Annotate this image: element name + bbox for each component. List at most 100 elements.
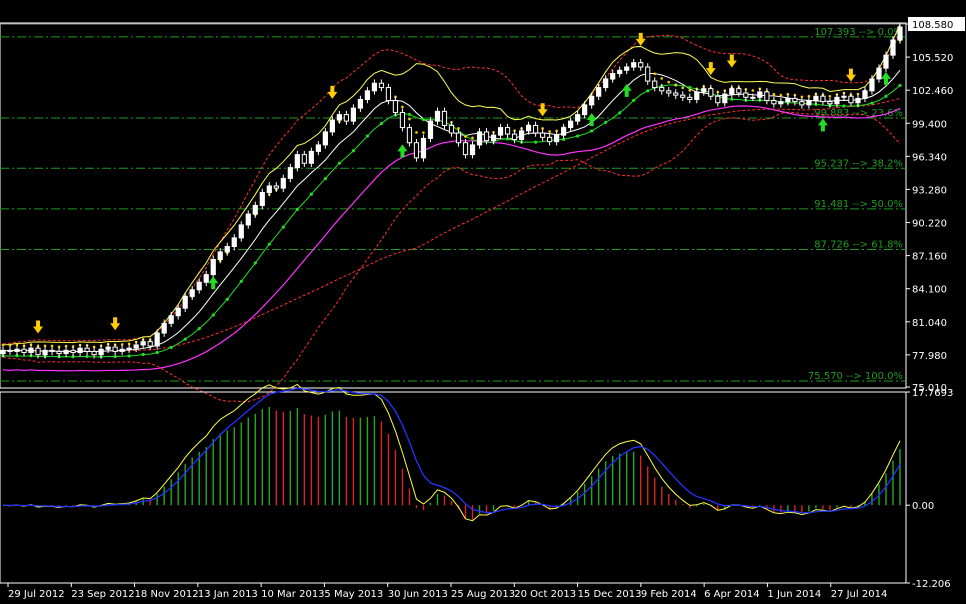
candle-body bbox=[210, 259, 216, 276]
fast-ma-dot bbox=[632, 98, 636, 102]
candle-body bbox=[42, 349, 48, 356]
candle-body bbox=[371, 82, 378, 92]
candle-body bbox=[77, 347, 83, 354]
x-tick-label: 6 Apr 2014 bbox=[704, 589, 759, 600]
candle-body bbox=[757, 91, 763, 98]
candle-body bbox=[603, 78, 609, 89]
price-chart: 108.580 105.520 102.460 99.400 96.340 93.280 9… bbox=[0, 17, 965, 600]
time-axis: 29 Jul 2012 23 Sep 2012 18 Nov 2012 13 Jan … bbox=[7, 583, 887, 600]
candle-body bbox=[687, 96, 693, 100]
candle-body bbox=[175, 307, 181, 317]
stop-dot bbox=[751, 89, 755, 92]
candle-body bbox=[7, 349, 13, 352]
candle-body bbox=[56, 350, 62, 355]
candle-body bbox=[217, 251, 223, 261]
fast-ma-dot bbox=[197, 327, 201, 331]
x-tick-label: 29 Jul 2012 bbox=[8, 589, 65, 600]
fast-ma-dot bbox=[688, 85, 692, 90]
candle-body bbox=[890, 39, 896, 56]
candle-body bbox=[133, 344, 139, 349]
fast-ma-dot bbox=[267, 242, 271, 246]
stop-dot bbox=[800, 95, 804, 99]
y-tick-label: 77.980 bbox=[912, 351, 947, 362]
x-tick-label: 18 Nov 2012 bbox=[135, 589, 199, 600]
candle-body bbox=[112, 346, 118, 352]
stop-dot bbox=[120, 343, 124, 346]
fast-ma-dot bbox=[253, 261, 257, 265]
sell-arrow bbox=[845, 68, 856, 82]
candle-body bbox=[49, 349, 55, 352]
fast-ma-dot bbox=[421, 117, 426, 122]
fast-ma-dot bbox=[295, 207, 299, 212]
fast-ma-dot bbox=[239, 279, 243, 283]
fast-ma-dot bbox=[379, 121, 384, 126]
x-tick-label: 10 Mar 2013 bbox=[261, 589, 324, 600]
candle-body bbox=[301, 154, 307, 164]
fib-level-label: 95.237 --> 38.2% bbox=[814, 158, 903, 169]
fast-ma-dot bbox=[309, 192, 313, 196]
candle-body bbox=[455, 132, 462, 144]
candle-body bbox=[0, 349, 6, 355]
stop-dot bbox=[548, 130, 551, 133]
stop-dot bbox=[681, 86, 685, 90]
x-tick-label: 25 Aug 2013 bbox=[451, 589, 515, 600]
candle-body bbox=[322, 131, 328, 146]
candle-body bbox=[561, 127, 567, 136]
main-frame bbox=[0, 22, 907, 389]
candle-body bbox=[792, 97, 798, 103]
candle-body bbox=[329, 119, 335, 133]
candle-body bbox=[722, 93, 728, 104]
fast-ma-dot bbox=[533, 140, 538, 144]
candle-body bbox=[385, 87, 392, 102]
candle-body bbox=[848, 95, 854, 104]
candle-body bbox=[638, 62, 644, 68]
candle-body bbox=[539, 132, 546, 138]
ind-y-tick-label: 17.7693 bbox=[912, 388, 953, 399]
stop-dot bbox=[1, 343, 5, 347]
y-tick-label: 99.400 bbox=[912, 119, 947, 130]
candle-body bbox=[666, 90, 672, 94]
candle-body bbox=[238, 224, 244, 239]
candle-body bbox=[35, 347, 41, 356]
y-tick-label: 87.160 bbox=[912, 252, 947, 263]
candle-body bbox=[308, 150, 314, 164]
ind-y-tick-label: -12.206 bbox=[912, 579, 951, 590]
candle-body bbox=[525, 124, 532, 132]
main-price-panel: 108.580 105.520 102.460 99.400 96.340 93.280 9… bbox=[0, 17, 965, 403]
x-tick-label: 9 Feb 2014 bbox=[641, 589, 697, 600]
slow-ma-line bbox=[2, 105, 901, 372]
y-tick-label: 81.040 bbox=[912, 318, 947, 329]
candle-body bbox=[28, 347, 34, 354]
candle-body bbox=[154, 332, 160, 347]
fast-ma-dot bbox=[646, 89, 650, 93]
candle-body bbox=[189, 289, 195, 297]
candle-body bbox=[610, 73, 616, 80]
fast-ma-dot bbox=[281, 225, 285, 229]
fast-ma-dot bbox=[85, 354, 89, 359]
fast-ma-dot bbox=[407, 112, 412, 117]
candle-body bbox=[406, 127, 413, 144]
candle-body bbox=[504, 127, 511, 135]
candle-body bbox=[701, 88, 707, 93]
candle-body bbox=[252, 204, 258, 215]
candle-body bbox=[231, 237, 237, 248]
candle-body bbox=[399, 111, 406, 129]
candle-body bbox=[483, 131, 490, 142]
buy-arrow bbox=[817, 118, 828, 132]
candle-body bbox=[532, 124, 539, 134]
fast-ma-dot bbox=[113, 355, 117, 359]
sell-arrow bbox=[33, 320, 44, 334]
x-tick-label: 30 Jun 2013 bbox=[388, 589, 448, 600]
fast-ma-dot bbox=[155, 350, 159, 355]
ind-y-tick-label: 0.00 bbox=[912, 501, 934, 512]
indicator-frame bbox=[0, 391, 907, 584]
candle-body bbox=[427, 120, 434, 139]
fast-ma-dot bbox=[211, 313, 215, 317]
candle-body bbox=[273, 185, 279, 189]
candle-body bbox=[315, 144, 321, 152]
candle-body bbox=[490, 134, 497, 142]
candle-body bbox=[350, 107, 356, 122]
fast-ma-dot bbox=[842, 104, 846, 108]
candle-body bbox=[869, 78, 875, 92]
candle-body bbox=[694, 91, 700, 100]
